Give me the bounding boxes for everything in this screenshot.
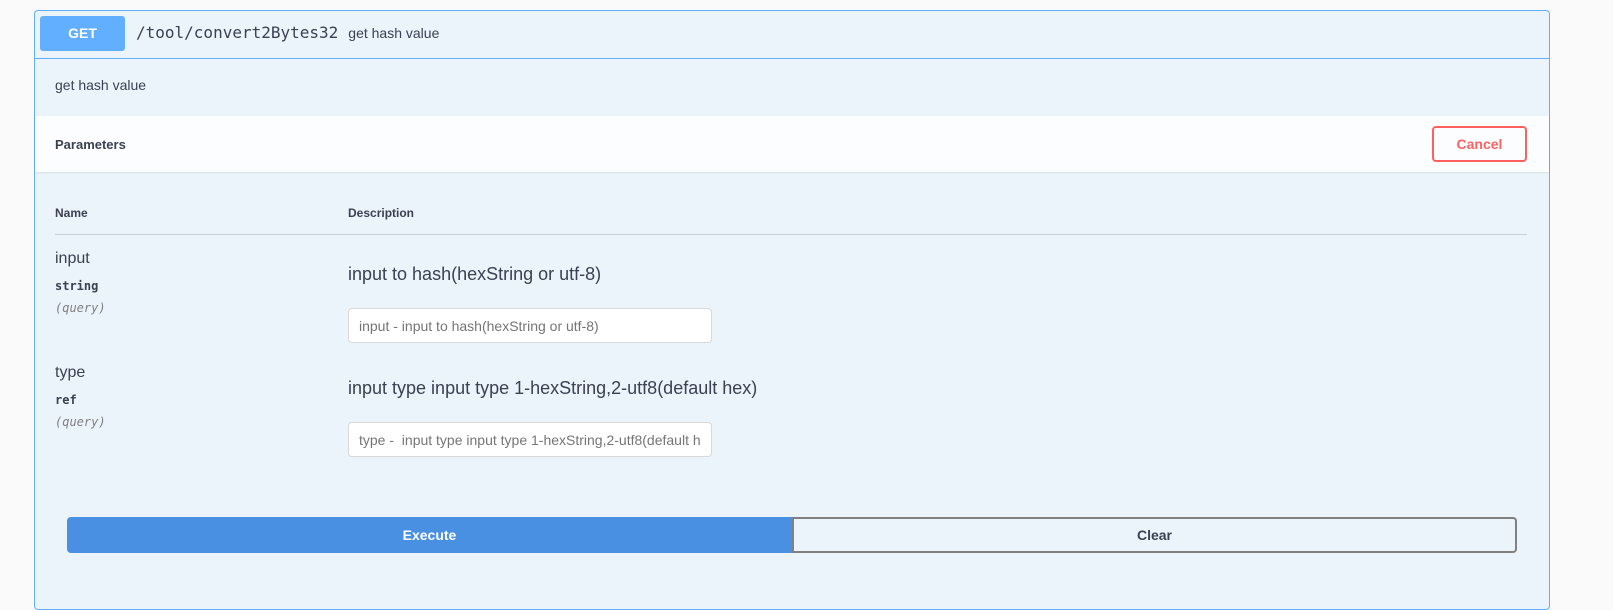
type-param-field[interactable]	[348, 422, 712, 457]
operation-block: GET /tool/convert2Bytes32 get hash value…	[34, 10, 1550, 610]
parameters-title: Parameters	[55, 137, 126, 152]
http-method-badge: GET	[40, 16, 125, 51]
operation-summary-text: get hash value	[348, 25, 440, 41]
param-location-type: (query)	[55, 415, 106, 429]
operation-path-row: /tool/convert2Bytes32 get hash value	[136, 23, 439, 42]
column-header-name: Name	[55, 206, 88, 220]
param-type-type: ref	[55, 393, 77, 407]
operation-path: /tool/convert2Bytes32	[136, 23, 339, 42]
column-header-description: Description	[348, 206, 415, 220]
param-type-input: string	[55, 279, 99, 293]
header-divider	[55, 234, 1527, 235]
param-description-type: input type input type 1-hexString,2-utf8…	[348, 378, 758, 398]
operation-summary[interactable]: GET /tool/convert2Bytes32 get hash value	[35, 11, 1549, 59]
execute-button[interactable]: Execute	[67, 517, 792, 553]
param-description-input: input to hash(hexString or utf-8)	[348, 264, 602, 284]
cancel-button[interactable]: Cancel	[1432, 126, 1527, 162]
execute-wrapper: Execute Clear	[67, 517, 1517, 553]
parameters-header: Parameters Cancel	[35, 116, 1549, 172]
param-name-input: input	[55, 250, 90, 267]
param-name-type: type	[55, 364, 86, 381]
clear-button[interactable]: Clear	[792, 517, 1517, 553]
operation-description: get hash value	[55, 77, 147, 93]
input-param-field[interactable]	[348, 308, 712, 343]
param-location-input: (query)	[55, 301, 106, 315]
